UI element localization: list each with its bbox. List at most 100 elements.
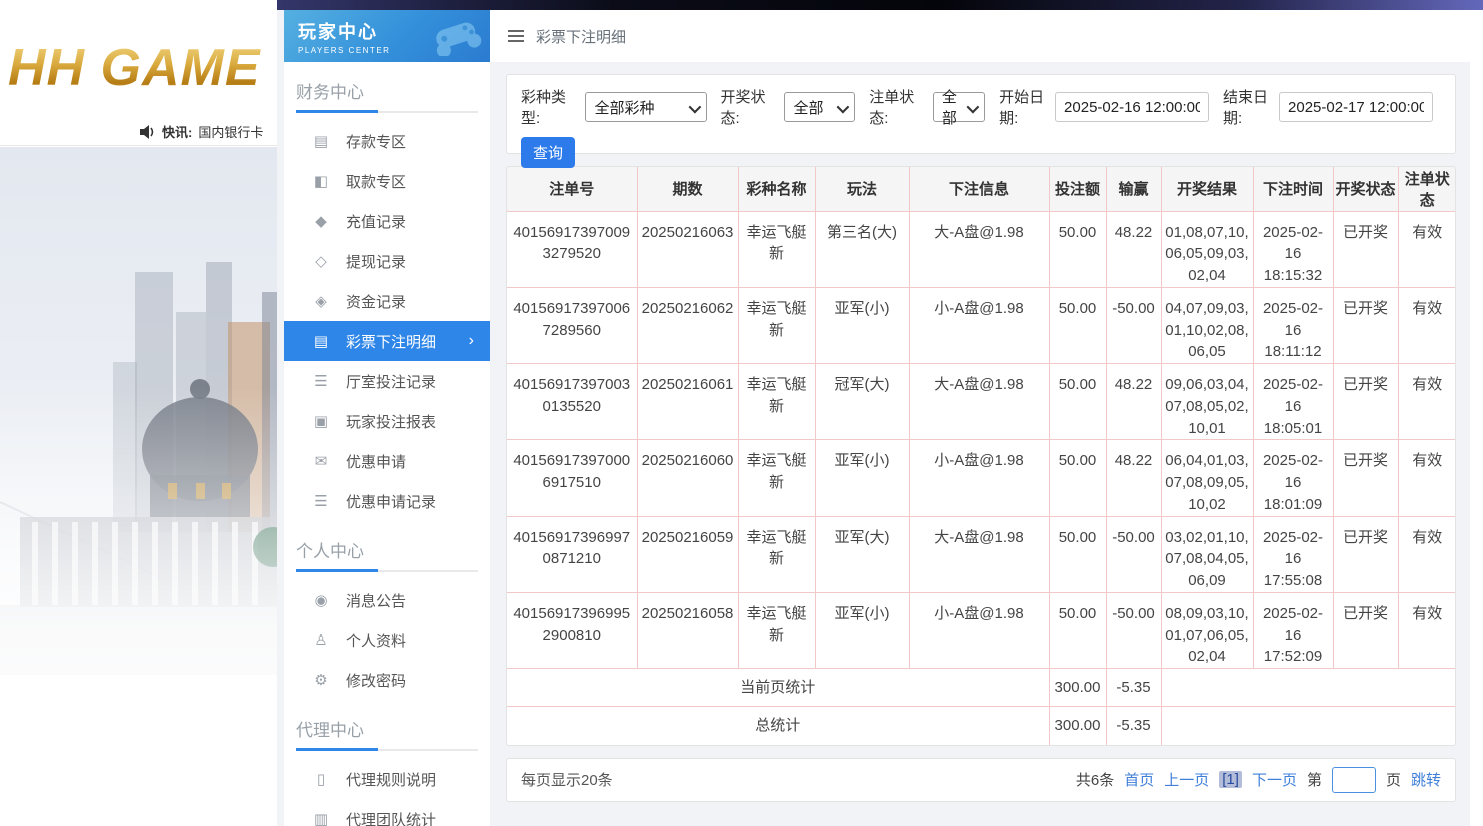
end-date-input[interactable] [1279, 92, 1433, 122]
table-cell: 有效 [1398, 440, 1456, 516]
table-cell: 2025-02-16 18:01:09 [1253, 440, 1333, 516]
table-cell: 有效 [1398, 211, 1456, 287]
sidebar-item-agent-rules[interactable]: ▯代理规则说明 [284, 759, 490, 799]
bet-table-card: 注单号期数彩种名称玩法下注信息投注额输赢开奖结果下注时间开奖状态注单状态4015… [506, 166, 1456, 746]
table-cell: 2025-02-16 18:05:01 [1253, 364, 1333, 440]
table-cell: 大-A盘@1.98 [909, 364, 1049, 440]
table-cell: 20250216059 [637, 516, 738, 592]
end-date-label: 结束日期: [1223, 86, 1274, 128]
sidebar-item-label: 存款专区 [346, 131, 406, 152]
total-stats-row-label: 总统计 [507, 707, 1049, 745]
promo-apply-icon: ✉ [312, 452, 330, 470]
table-cell: 已开奖 [1333, 211, 1398, 287]
lottery-type-select[interactable]: 全部彩种 [585, 92, 706, 122]
stats-empty [1161, 669, 1456, 707]
table-cell: 50.00 [1049, 364, 1106, 440]
top-gradient-bar [277, 0, 1483, 10]
background-site: HH GAME 快讯: 国内银行卡 [0, 0, 277, 826]
table-cell: 401569173970030135520 [507, 364, 637, 440]
lottery-type-label: 彩种类型: [521, 86, 580, 128]
table-cell: 大-A盘@1.98 [909, 516, 1049, 592]
next-page-link[interactable]: 下一页 [1252, 769, 1297, 790]
sidebar: 玩家中心 PLAYERS CENTER 财务中心▤存款专区◧取款专区◆充值记录◇… [284, 10, 490, 826]
sidebar-item-label: 优惠申请记录 [346, 491, 436, 512]
table-cell: 已开奖 [1333, 287, 1398, 363]
sidebar-item-label: 取款专区 [346, 171, 406, 192]
table-cell: 小-A盘@1.98 [909, 592, 1049, 668]
table-cell: 50.00 [1049, 592, 1106, 668]
start-date-input[interactable] [1055, 92, 1209, 122]
column-header: 玩法 [815, 167, 909, 211]
menu-icon[interactable] [508, 30, 524, 42]
news-ticker: 快讯: 国内银行卡 [0, 122, 277, 141]
stats-bet-total: 300.00 [1049, 669, 1106, 707]
sidebar-item-promo-apply-records[interactable]: ☰ 优惠申请记录 [284, 481, 490, 521]
table-cell: 20250216058 [637, 592, 738, 668]
jump-link[interactable]: 跳转 [1411, 769, 1441, 790]
sidebar-item-withdrawal-record[interactable]: ◇提现记录 [284, 241, 490, 281]
table-cell: 20250216060 [637, 440, 738, 516]
sidebar-item-label: 充值记录 [346, 211, 406, 232]
table-cell: 48.22 [1106, 211, 1161, 287]
ticker-text: 国内银行卡 [198, 122, 263, 141]
sidebar-item-agent-team-stats[interactable]: ▥代理团队统计 [284, 799, 490, 826]
sidebar-item-announcements[interactable]: ◉消息公告 [284, 580, 490, 620]
total-count: 共6条 [1076, 769, 1114, 790]
table-cell: 幸运飞艇新 [738, 364, 815, 440]
column-header: 期数 [637, 167, 738, 211]
sidebar-item-profile[interactable]: ♙个人资料 [284, 620, 490, 660]
sidebar-section-title: 财务中心 [284, 62, 490, 111]
table-cell: 2025-02-16 18:11:12 [1253, 287, 1333, 363]
table-cell: 亚军(小) [815, 287, 909, 363]
page-jump-input[interactable] [1332, 767, 1376, 793]
draw-status-value: 全部 [793, 97, 823, 118]
column-header: 输赢 [1106, 167, 1161, 211]
total-stats-row: 总统计300.00-5.35 [507, 707, 1456, 745]
table-cell: 401569173970093279520 [507, 211, 637, 287]
sidebar-section-title: 个人中心 [284, 521, 490, 570]
order-status-value: 全部 [942, 86, 960, 128]
current-page-indicator: [1] [1219, 771, 1242, 788]
order-status-select[interactable]: 全部 [933, 92, 985, 122]
table-cell: 06,04,01,03,07,08,09,05,10,02 [1161, 440, 1253, 516]
sidebar-item-hall-bet-records[interactable]: ☰厅室投注记录 [284, 361, 490, 401]
table-cell: 亚军(小) [815, 592, 909, 668]
table-cell: 有效 [1398, 592, 1456, 668]
table-cell: 已开奖 [1333, 516, 1398, 592]
column-header: 彩种名称 [738, 167, 815, 211]
column-header: 投注额 [1049, 167, 1106, 211]
draw-status-select[interactable]: 全部 [784, 92, 855, 122]
table-cell: 幸运飞艇新 [738, 516, 815, 592]
table-cell: 亚军(小) [815, 440, 909, 516]
stats-empty [1161, 707, 1456, 745]
sidebar-item-deposit[interactable]: ▤ 存款专区 [284, 121, 490, 161]
sidebar-item-change-password[interactable]: ⚙修改密码 [284, 660, 490, 700]
table-cell: 50.00 [1049, 516, 1106, 592]
start-date-label: 开始日期: [999, 86, 1050, 128]
prev-page-link[interactable]: 上一页 [1164, 769, 1209, 790]
jump-suffix: 页 [1386, 769, 1401, 790]
gamepad-icon [430, 16, 482, 56]
jump-prefix: 第 [1307, 769, 1322, 790]
table-cell: 09,06,03,04,07,08,05,02,10,01 [1161, 364, 1253, 440]
sidebar-item-label: 提现记录 [346, 251, 406, 272]
promo-apply-records-icon: ☰ [312, 492, 330, 510]
sidebar-item-label: 消息公告 [346, 590, 406, 611]
sidebar-item-promo-apply[interactable]: ✉优惠申请 [284, 441, 490, 481]
sidebar-item-funds-record[interactable]: ◈资金记录 [284, 281, 490, 321]
search-button[interactable]: 查询 [521, 137, 575, 168]
table-cell: 2025-02-16 18:15:32 [1253, 211, 1333, 287]
section-divider [296, 111, 478, 113]
sidebar-item-withdraw[interactable]: ◧取款专区 [284, 161, 490, 201]
sidebar-item-lottery-bet-details[interactable]: ▤彩票下注明细› [284, 321, 490, 361]
stats-winloss-total: -5.35 [1106, 669, 1161, 707]
deposit-icon: ▤ [312, 132, 330, 150]
table-cell: 50.00 [1049, 287, 1106, 363]
sidebar-item-player-bet-report[interactable]: ▣玩家投注报表 [284, 401, 490, 441]
sidebar-item-recharge-record[interactable]: ◆充值记录 [284, 201, 490, 241]
section-divider [296, 570, 478, 572]
city-photo [0, 147, 277, 826]
sidebar-nav: 财务中心 ▤ 存款专区 ◧取款专区◆充值记录◇提现记录◈资金记录▤彩票下注明细›☰厅室… [284, 62, 490, 826]
first-page-link[interactable]: 首页 [1124, 769, 1154, 790]
table-cell: 08,09,03,10,01,07,06,05,02,04 [1161, 592, 1253, 668]
